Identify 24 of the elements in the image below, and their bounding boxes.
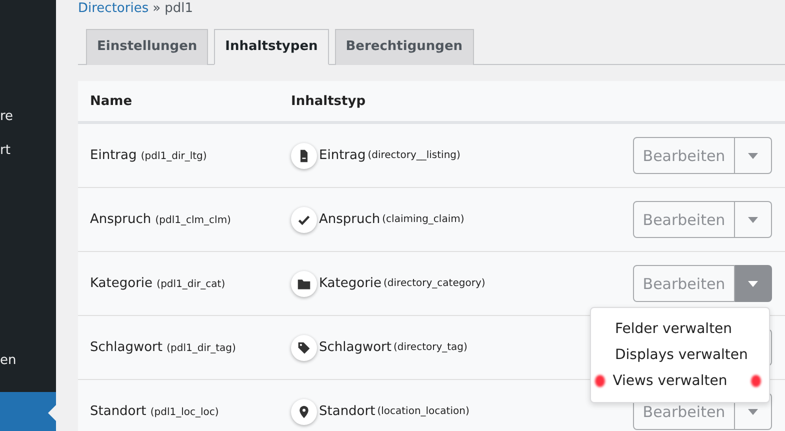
content-type-name: Standort [319,404,376,419]
column-header: Inhaltstyp [291,94,366,108]
content-type-name: Schlagwort [319,340,392,355]
row-name: Standort [90,404,146,419]
slug-text: (pdl1_dir_tag) [166,343,236,354]
content-type-name: Anspruch [319,212,380,227]
slug-text: (pdl1_clm_clm) [155,215,231,226]
slug-text: (pdl1_dir_cat) [156,279,226,290]
slug-text: (directory__listing) [368,150,460,161]
row-name: Eintrag [90,148,137,163]
breadcrumb-separator: » [152,0,161,18]
row-name: Anspruch [90,212,152,227]
row-name: Kategorie [90,276,153,291]
slug-text: (directory_category) [384,278,486,289]
slug-text: (pdl1_dir_ltg) [140,151,207,162]
row-name: Schlagwort [90,340,162,355]
slug-text: (location_location) [377,406,470,417]
content-type-name: Eintrag [319,148,366,163]
slug-text: (directory_tag) [394,342,468,353]
breadcrumb-current: pdl1 [164,0,193,18]
column-header: Name [90,94,132,108]
slug-text: (pdl1_loc_loc) [150,407,219,418]
content-type-name: Kategorie [319,276,382,291]
slug-text: (claiming_claim) [382,214,464,225]
